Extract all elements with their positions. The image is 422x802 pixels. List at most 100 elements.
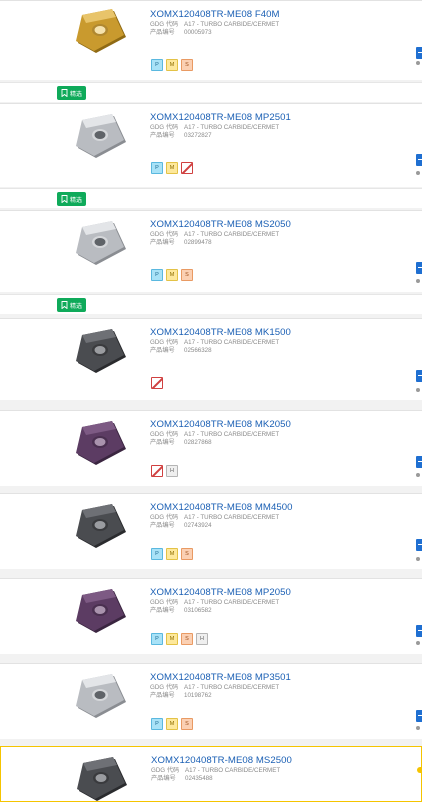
material-badges: PMS — [151, 548, 193, 560]
product-number-label: 产品编号 — [150, 347, 175, 354]
gdg-code-label: GDG 代码 — [150, 514, 179, 521]
material-badges: PMS — [151, 718, 193, 730]
gdg-code-label: GDG 代码 — [150, 231, 179, 238]
product-title[interactable]: XOMX120408TR-ME08 MP3501 — [150, 672, 291, 683]
material-h-badge: H — [166, 465, 178, 477]
favorite-marker-icon[interactable] — [417, 767, 421, 773]
add-to-cart-button[interactable] — [416, 154, 422, 166]
bookmark-icon — [61, 89, 68, 97]
insert-image[interactable] — [70, 419, 134, 469]
product-number-row: 产品编号 02899478 — [150, 239, 212, 247]
featured-filter-button[interactable]: 精选 — [57, 86, 87, 100]
material-badges: H — [151, 465, 178, 477]
filter-bar: 精选 — [0, 294, 422, 314]
gdg-code-row: GDG 代码 A17 - TURBO CARBIDE/CERMET — [150, 21, 279, 29]
product-card[interactable]: XOMX120408TR-ME08 MP3501 GDG 代码 A17 - TUR… — [0, 663, 422, 739]
product-number-row: 产品编号 02743924 — [150, 522, 212, 530]
add-to-cart-button[interactable] — [416, 456, 422, 468]
insert-image[interactable] — [70, 219, 134, 269]
insert-image[interactable] — [70, 112, 134, 162]
product-title[interactable]: XOMX120408TR-ME08 MK1500 — [150, 327, 291, 338]
add-to-cart-button[interactable] — [416, 262, 422, 274]
material-s-badge: S — [181, 548, 193, 560]
info-icon[interactable] — [416, 726, 422, 731]
material-p-badge: P — [151, 633, 163, 645]
product-card[interactable]: XOMX120408TR-ME08 MK2050 GDG 代码 A17 - TUR… — [0, 410, 422, 486]
add-to-cart-button[interactable] — [416, 710, 422, 722]
product-card[interactable]: XOMX120408TR-ME08 F40M GDG 代码 A17 - TURBO… — [0, 0, 422, 80]
product-number-value: 03106582 — [184, 607, 212, 614]
gdg-code-row: GDG 代码 A17 - TURBO CARBIDE/CERMET — [150, 431, 279, 439]
product-title[interactable]: XOMX120408TR-ME08 MP2050 — [150, 587, 291, 598]
add-to-cart-button[interactable] — [416, 370, 422, 382]
filter-bar: 精选 — [0, 82, 422, 102]
product-title[interactable]: XOMX120408TR-ME08 MS2500 — [151, 755, 292, 766]
gdg-code-label: GDG 代码 — [150, 599, 179, 606]
material-m-badge: M — [166, 633, 178, 645]
product-number-value: 02566328 — [184, 347, 212, 354]
product-number-value: 03272827 — [184, 132, 212, 139]
gdg-code-value: A17 - TURBO CARBIDE/CERMET — [184, 21, 280, 28]
product-title[interactable]: XOMX120408TR-ME08 MM4500 — [150, 502, 293, 513]
gdg-code-row: GDG 代码 A17 - TURBO CARBIDE/CERMET — [150, 599, 279, 607]
product-number-row: 产品编号 03106582 — [150, 607, 212, 615]
add-to-cart-button[interactable] — [416, 539, 422, 551]
info-icon[interactable] — [416, 61, 422, 66]
material-p-badge: P — [151, 548, 163, 560]
no-coating-badge — [151, 377, 163, 389]
featured-filter-label: 精选 — [70, 303, 83, 310]
material-m-badge: M — [166, 162, 178, 174]
gdg-code-value: A17 - TURBO CARBIDE/CERMET — [185, 767, 281, 774]
product-card[interactable]: XOMX120408TR-ME08 MK1500 GDG 代码 A17 - TUR… — [0, 318, 422, 400]
no-coating-badge — [181, 162, 193, 174]
product-card[interactable]: XOMX120408TR-ME08 MP2501 GDG 代码 A17 - TUR… — [0, 103, 422, 187]
material-badges: PMS — [151, 59, 193, 71]
material-s-badge: S — [181, 269, 193, 281]
gdg-code-value: A17 - TURBO CARBIDE/CERMET — [184, 599, 280, 606]
product-number-label: 产品编号 — [150, 692, 175, 699]
featured-filter-label: 精选 — [70, 91, 83, 98]
product-number-label: 产品编号 — [150, 439, 175, 446]
product-number-label: 产品编号 — [150, 522, 175, 529]
info-icon[interactable] — [416, 641, 422, 646]
product-number-label: 产品编号 — [150, 29, 175, 36]
featured-filter-button[interactable]: 精选 — [57, 298, 87, 312]
add-to-cart-button[interactable] — [416, 47, 422, 59]
insert-image[interactable] — [70, 327, 134, 377]
material-badges: PMSH — [151, 633, 208, 645]
product-number-row: 产品编号 03272827 — [150, 132, 212, 140]
product-card[interactable]: XOMX120408TR-ME08 MS2500 GDG 代码 A17 - TUR… — [0, 746, 422, 802]
info-icon[interactable] — [416, 279, 422, 284]
add-to-cart-button[interactable] — [416, 625, 422, 637]
product-number-label: 产品编号 — [150, 607, 175, 614]
material-m-badge: M — [166, 718, 178, 730]
insert-image[interactable] — [71, 755, 135, 802]
product-card[interactable]: XOMX120408TR-ME08 MP2050 GDG 代码 A17 - TUR… — [0, 578, 422, 654]
info-icon[interactable] — [416, 557, 422, 562]
product-title[interactable]: XOMX120408TR-ME08 MK2050 — [150, 419, 291, 430]
gdg-code-row: GDG 代码 A17 - TURBO CARBIDE/CERMET — [150, 339, 279, 347]
insert-image[interactable] — [70, 7, 134, 57]
info-icon[interactable] — [416, 388, 422, 393]
product-number-value: 02435488 — [185, 775, 213, 782]
gdg-code-label: GDG 代码 — [150, 684, 179, 691]
product-title[interactable]: XOMX120408TR-ME08 MP2501 — [150, 112, 291, 123]
gdg-code-value: A17 - TURBO CARBIDE/CERMET — [184, 124, 280, 131]
featured-filter-button[interactable]: 精选 — [57, 192, 87, 206]
bookmark-icon — [61, 195, 68, 203]
material-h-badge: H — [196, 633, 208, 645]
insert-image[interactable] — [70, 502, 134, 552]
product-card[interactable]: XOMX120408TR-ME08 MM4500 GDG 代码 A17 - TUR… — [0, 493, 422, 569]
material-s-badge: S — [181, 718, 193, 730]
material-p-badge: P — [151, 162, 163, 174]
product-title[interactable]: XOMX120408TR-ME08 MS2050 — [150, 219, 291, 230]
insert-image[interactable] — [70, 587, 134, 637]
info-icon[interactable] — [416, 171, 422, 176]
insert-image[interactable] — [70, 672, 134, 722]
product-number-value: 10198762 — [184, 692, 212, 699]
product-card[interactable]: XOMX120408TR-ME08 MS2050 GDG 代码 A17 - TUR… — [0, 210, 422, 292]
product-number-value: 02743924 — [184, 522, 212, 529]
info-icon[interactable] — [416, 473, 422, 478]
product-title[interactable]: XOMX120408TR-ME08 F40M — [150, 9, 280, 20]
bookmark-icon — [61, 301, 68, 309]
